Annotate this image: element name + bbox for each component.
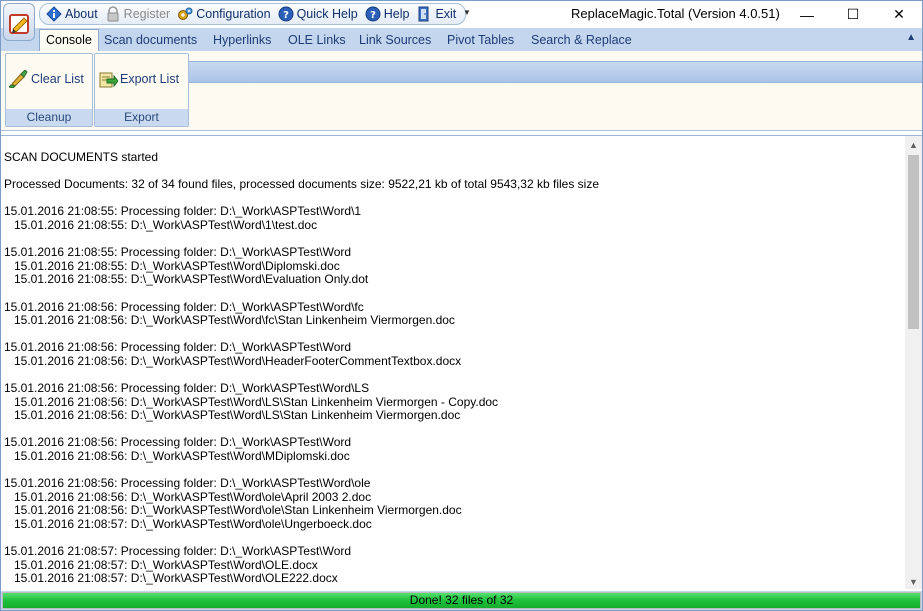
- console-line: 15.01.2016 21:08:55: D:\_Work\ASPTest\Wo…: [4, 272, 369, 287]
- console-line: 15.01.2016 21:08:56: D:\_Work\ASPTest\Wo…: [4, 313, 455, 328]
- svg-text:?: ?: [283, 10, 289, 21]
- register-label: Register: [123, 7, 171, 21]
- console-line: 15.01.2016 21:08:56: D:\_Work\ASPTest\Wo…: [4, 408, 461, 423]
- scroll-up-icon[interactable]: ▲: [905, 136, 922, 153]
- register-button[interactable]: Register: [103, 4, 173, 24]
- export-list-button[interactable]: Export List: [98, 70, 179, 88]
- ribbon-collapse-icon[interactable]: ▲: [906, 32, 916, 43]
- console-line: 15.01.2016 21:08:56: D:\_Work\ASPTest\Wo…: [4, 353, 462, 368]
- quick-access-toolbar: About Register Configuration ? Quick Hel…: [39, 3, 467, 25]
- exit-label: Exit: [435, 7, 457, 21]
- minimize-icon: —: [800, 6, 814, 23]
- close-button[interactable]: ✕: [876, 1, 922, 28]
- console-log-text: SCAN DOCUMENTS started Processed Document…: [4, 150, 600, 586]
- cleanup-group: Clear List Cleanup: [5, 53, 93, 127]
- console-line: 15.01.2016 21:08:56: D:\_Work\ASPTest\Wo…: [4, 394, 499, 409]
- quick-help-label: Quick Help: [296, 7, 358, 21]
- console-line: 15.01.2016 21:08:55: Processing folder: …: [4, 245, 352, 260]
- lock-icon: [107, 6, 119, 22]
- broom-icon: [9, 70, 28, 88]
- console-line: 15.01.2016 21:08:56: Processing folder: …: [4, 299, 364, 314]
- ribbon-band: [189, 61, 922, 83]
- scroll-down-icon[interactable]: ▼: [905, 573, 922, 589]
- console-line: 15.01.2016 21:08:56: Processing folder: …: [4, 435, 352, 450]
- ribbon-tabs: Console Scan documents Hyperlinks OLE Li…: [1, 28, 922, 52]
- console-line: 15.01.2016 21:08:55: D:\_Work\ASPTest\Wo…: [4, 217, 318, 232]
- export-group-label: Export: [95, 109, 188, 126]
- status-bar: Done! 32 files of 32: [1, 591, 922, 610]
- window-title: ReplaceMagic.Total (Version 4.0.51): [571, 6, 780, 21]
- title-bar: About Register Configuration ? Quick Hel…: [1, 1, 922, 41]
- console-line: 15.01.2016 21:08:57: D:\_Work\ASPTest\Wo…: [4, 557, 318, 572]
- tab-console[interactable]: Console: [39, 29, 99, 52]
- scroll-thumb[interactable]: [908, 155, 919, 329]
- app-logo-icon: [9, 14, 29, 34]
- maximize-button[interactable]: ☐: [830, 1, 876, 28]
- console-log-panel[interactable]: SCAN DOCUMENTS started Processed Document…: [1, 135, 922, 589]
- console-line: 15.01.2016 21:08:56: Processing folder: …: [4, 476, 371, 491]
- vertical-scrollbar[interactable]: ▲ ▼: [905, 136, 922, 589]
- console-line: 15.01.2016 21:08:55: D:\_Work\ASPTest\Wo…: [4, 258, 340, 273]
- about-button[interactable]: About: [44, 4, 100, 24]
- exit-door-icon: [418, 6, 429, 22]
- tab-search-replace[interactable]: Search & Replace: [525, 30, 638, 51]
- help-button[interactable]: ? Help: [363, 4, 412, 24]
- minimize-button[interactable]: —: [784, 1, 830, 28]
- console-line: 15.01.2016 21:08:56: Processing folder: …: [4, 381, 370, 396]
- help-icon: ?: [278, 6, 294, 22]
- console-line: 15.01.2016 21:08:57: D:\_Work\ASPTest\Wo…: [4, 571, 338, 586]
- gears-icon: [178, 7, 193, 20]
- console-line: SCAN DOCUMENTS started: [4, 150, 159, 164]
- tab-hyperlinks[interactable]: Hyperlinks: [207, 30, 277, 51]
- about-label: About: [65, 7, 98, 21]
- close-icon: ✕: [893, 6, 905, 22]
- console-line: 15.01.2016 21:08:57: D:\_Work\ASPTest\Wo…: [4, 517, 372, 532]
- help-label: Help: [383, 7, 410, 21]
- svg-text:?: ?: [370, 10, 376, 21]
- info-icon: [46, 6, 62, 22]
- console-line: 15.01.2016 21:08:56: Processing folder: …: [4, 340, 352, 355]
- application-menu-button[interactable]: [3, 3, 35, 41]
- progress-status-text: Done! 32 files of 32: [409, 593, 514, 607]
- customize-toolbar-dropdown-icon[interactable]: ▼: [463, 8, 471, 17]
- ribbon-panel: Clear List Cleanup Export List Export: [1, 51, 922, 131]
- export-group: Export List Export: [94, 53, 189, 127]
- tab-scan-documents[interactable]: Scan documents: [98, 30, 203, 51]
- export-list-label: Export List: [120, 72, 180, 86]
- tab-link-sources[interactable]: Link Sources: [353, 30, 437, 51]
- help-icon: ?: [365, 6, 381, 22]
- console-line: 15.01.2016 21:08:57: Processing folder: …: [4, 544, 352, 559]
- cleanup-group-label: Cleanup: [6, 109, 92, 126]
- clear-list-button[interactable]: Clear List: [9, 70, 84, 88]
- console-line: 15.01.2016 21:08:55: Processing folder: …: [4, 204, 362, 219]
- console-line: 15.01.2016 21:08:56: D:\_Work\ASPTest\Wo…: [4, 503, 462, 518]
- clear-list-label: Clear List: [31, 72, 84, 86]
- tab-pivot-tables[interactable]: Pivot Tables: [441, 30, 520, 51]
- console-line: 15.01.2016 21:08:56: D:\_Work\ASPTest\Wo…: [4, 449, 350, 464]
- console-line: Processed Documents: 32 of 34 found file…: [4, 177, 600, 192]
- quick-help-button[interactable]: ? Quick Help: [276, 4, 360, 24]
- maximize-icon: ☐: [846, 6, 860, 22]
- export-icon: [99, 72, 118, 88]
- configuration-button[interactable]: Configuration: [175, 4, 272, 24]
- configuration-label: Configuration: [196, 7, 271, 21]
- tab-ole-links[interactable]: OLE Links: [282, 30, 352, 51]
- exit-button[interactable]: Exit: [414, 4, 458, 24]
- progress-bar: Done! 32 files of 32: [2, 592, 921, 609]
- console-line: 15.01.2016 21:08:56: D:\_Work\ASPTest\Wo…: [4, 489, 372, 504]
